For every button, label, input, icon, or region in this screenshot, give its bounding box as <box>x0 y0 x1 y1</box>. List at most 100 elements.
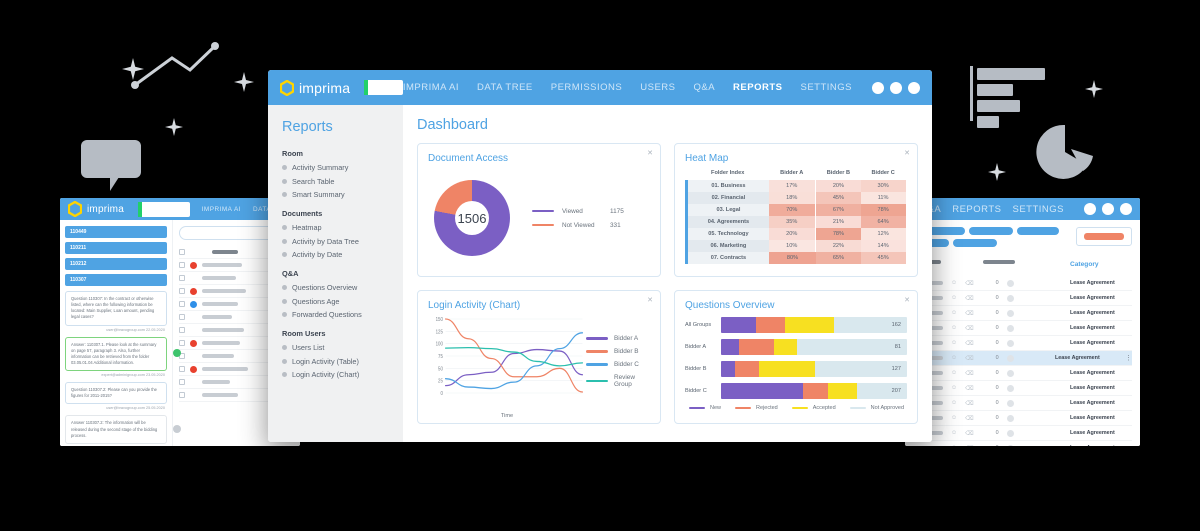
thumbs-up-icon[interactable]: ☺ <box>951 370 957 376</box>
nav-item-data-tree[interactable]: DATA TREE <box>477 82 533 93</box>
nav-item-permissions[interactable]: PERMISSIONS <box>551 82 623 93</box>
select-all-checkbox[interactable] <box>179 249 185 255</box>
thumbs-up-icon[interactable]: ☺ <box>951 415 957 421</box>
sidebar-item-activity-by-data-tree[interactable]: Activity by Data Tree <box>282 237 403 246</box>
thumbs-down-icon[interactable]: ⌫ <box>965 325 973 332</box>
row-checkbox[interactable] <box>179 340 185 346</box>
sidebar-item-search-table[interactable]: Search Table <box>282 177 403 186</box>
thumbs-down-icon[interactable]: ⌫ <box>965 370 973 377</box>
table-row[interactable]: ☺ ⌫ 0 Lease Agreement <box>913 366 1132 381</box>
thumbs-down-icon[interactable]: ⌫ <box>965 295 973 302</box>
window-dot[interactable] <box>890 81 902 94</box>
thumbs-down-icon[interactable]: ⌫ <box>965 310 973 317</box>
left-logo[interactable]: imprima <box>68 201 124 217</box>
table-row[interactable]: ☺ ⌫ 0 Lease Agreement <box>913 396 1132 411</box>
column-header-category[interactable]: Category <box>1070 261 1099 268</box>
thumbs-up-icon[interactable]: ☺ <box>951 430 957 436</box>
sidebar-item-users-list[interactable]: Users List <box>282 343 403 352</box>
row-menu-kebab-icon[interactable]: ⋮ <box>1125 354 1132 362</box>
sidebar-item-login-activity-chart[interactable]: Login Activity (Chart) <box>282 370 403 379</box>
thread-id-chip[interactable]: 110211 <box>65 242 167 254</box>
thumbs-up-icon[interactable]: ☺ <box>951 445 957 446</box>
window-dot[interactable] <box>908 81 920 94</box>
thread-id-chip[interactable]: 110449 <box>65 226 167 238</box>
window-dot[interactable] <box>1120 203 1132 215</box>
nav-item-reports[interactable]: REPORTS <box>733 82 782 93</box>
left-search-input[interactable] <box>137 201 190 217</box>
table-row[interactable]: ☺ ⌫ 0 Lease Agreement <box>913 381 1132 396</box>
row-checkbox[interactable] <box>179 262 185 268</box>
close-icon[interactable]: ✕ <box>904 296 910 304</box>
right-nav-item[interactable]: SETTINGS <box>1012 204 1064 215</box>
thumbs-up-icon[interactable]: ☺ <box>951 325 957 331</box>
filter-chip[interactable] <box>1017 227 1059 235</box>
nav-item-settings[interactable]: SETTINGS <box>800 82 852 93</box>
sidebar-item-heatmap[interactable]: Heatmap <box>282 223 403 232</box>
window-dot[interactable] <box>1084 203 1096 215</box>
filter-chip[interactable] <box>953 239 997 247</box>
sidebar-item-questions-age[interactable]: Questions Age <box>282 297 403 306</box>
close-icon[interactable]: ✕ <box>904 149 910 157</box>
row-checkbox[interactable] <box>179 288 185 294</box>
imprima-logo[interactable]: imprima <box>280 79 350 96</box>
sidebar-item-smart-summary[interactable]: Smart Summary <box>282 190 403 199</box>
row-checkbox[interactable] <box>179 301 185 307</box>
thumbs-down-icon[interactable]: ⌫ <box>965 340 973 347</box>
donut-chart: 1506 Viewed 1175 Not Viewed 331 <box>428 168 650 268</box>
table-row[interactable]: ☺ ⌫ 0 Lease Agreement <box>913 291 1132 306</box>
thumbs-down-icon[interactable]: ⌫ <box>965 355 973 362</box>
thumbs-down-icon[interactable]: ⌫ <box>965 415 973 422</box>
window-controls[interactable] <box>872 81 920 94</box>
table-row[interactable]: ☺ ⌫ 0 Lease Agreement <box>913 336 1132 351</box>
nav-item-users[interactable]: USERS <box>640 82 675 93</box>
thumbs-down-icon[interactable]: ⌫ <box>965 430 973 437</box>
sidebar-item-activity-by-date[interactable]: Activity by Date <box>282 250 403 259</box>
right-background-window[interactable]: IONS USERS Q&A REPORTS SETTINGS <box>905 198 1140 446</box>
filter-chip[interactable] <box>969 227 1013 235</box>
row-checkbox[interactable] <box>179 392 185 398</box>
close-icon[interactable]: ✕ <box>647 296 653 304</box>
table-row[interactable]: ☺ ⌫ 0 Lease Agreement <box>913 441 1132 446</box>
close-icon[interactable]: ✕ <box>647 149 653 157</box>
window-controls[interactable] <box>1084 203 1132 215</box>
thumbs-up-icon[interactable]: ☺ <box>951 340 957 346</box>
sidebar-item-questions-overview[interactable]: Questions Overview <box>282 283 403 292</box>
main-window[interactable]: imprima IMPRIMA AI DATA TREE PERMISSIONS… <box>268 70 932 442</box>
thumbs-up-icon[interactable]: ☺ <box>951 400 957 406</box>
nav-item-qa[interactable]: Q&A <box>693 82 715 93</box>
primary-action-button[interactable] <box>1076 227 1132 246</box>
sidebar-item-forwarded-questions[interactable]: Forwarded Questions <box>282 310 403 319</box>
thumbs-down-icon[interactable]: ⌫ <box>965 385 973 392</box>
thumbs-up-icon[interactable]: ☺ <box>951 310 957 316</box>
table-row[interactable]: ☺ ⌫ 0 Lease Agreement <box>913 426 1132 441</box>
thumbs-down-icon[interactable]: ⌫ <box>965 400 973 407</box>
window-dot[interactable] <box>872 81 884 94</box>
sidebar-item-activity-summary[interactable]: Activity Summary <box>282 163 403 172</box>
table-row[interactable]: ☺ ⌫ 0 Lease Agreement <box>913 306 1132 321</box>
thumbs-up-icon[interactable]: ☺ <box>951 355 957 361</box>
thumbs-down-icon[interactable]: ⌫ <box>965 280 973 287</box>
row-checkbox[interactable] <box>179 379 185 385</box>
table-row[interactable]: ☺ ⌫ 0 Lease Agreement <box>913 321 1132 336</box>
thread-id-chip[interactable]: 110212 <box>65 258 167 270</box>
thread-id-chip[interactable]: 110307 <box>65 274 167 286</box>
sidebar-item-login-activity-table[interactable]: Login Activity (Table) <box>282 357 403 366</box>
table-row[interactable]: ☺ ⌫ 0 Lease Agreement <box>913 411 1132 426</box>
right-nav-item[interactable]: REPORTS <box>952 204 1001 215</box>
global-search-input[interactable] <box>364 80 403 95</box>
thumbs-down-icon[interactable]: ⌫ <box>965 445 973 447</box>
row-checkbox[interactable] <box>179 314 185 320</box>
table-row[interactable]: ☺ ⌫ 0 Lease Agreement <box>913 276 1132 291</box>
left-nav-item[interactable]: IMPRIMA AI <box>202 206 241 213</box>
left-background-window[interactable]: imprima IMPRIMA AI DATA TREE 110449 1102… <box>60 198 300 446</box>
table-row[interactable]: ☺ ⌫ 0 Lease Agreement ⋮ <box>913 351 1132 366</box>
nav-item-imprima-ai[interactable]: IMPRIMA AI <box>403 82 459 93</box>
thumbs-up-icon[interactable]: ☺ <box>951 385 957 391</box>
row-checkbox[interactable] <box>179 275 185 281</box>
window-dot[interactable] <box>1102 203 1114 215</box>
thumbs-up-icon[interactable]: ☺ <box>951 280 957 286</box>
thumbs-up-icon[interactable]: ☺ <box>951 295 957 301</box>
filter-chip-group[interactable] <box>913 227 1063 247</box>
row-checkbox[interactable] <box>179 327 185 333</box>
row-checkbox[interactable] <box>179 366 185 372</box>
